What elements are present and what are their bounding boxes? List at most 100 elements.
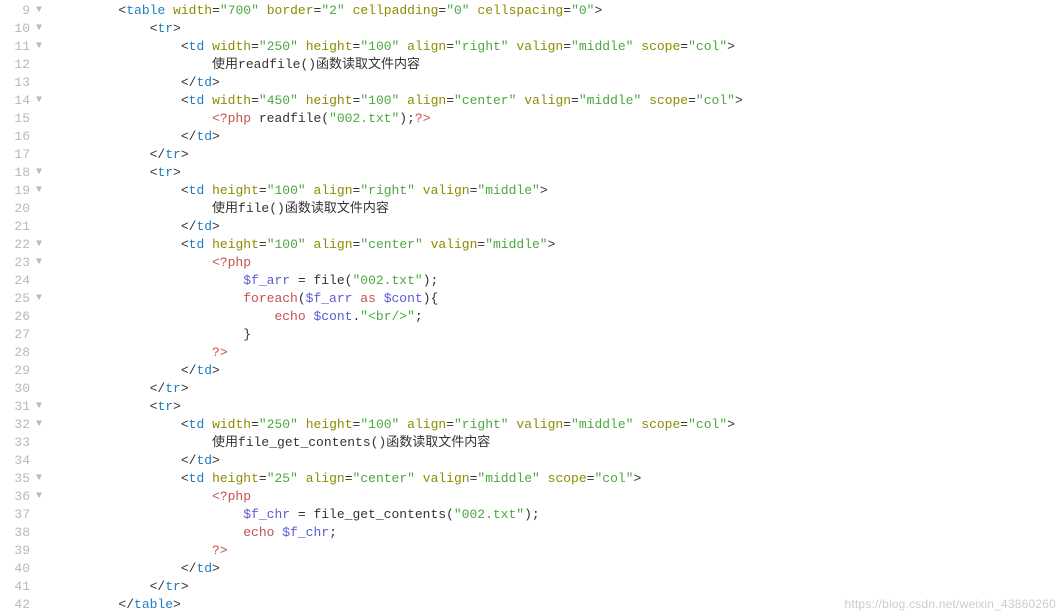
line-number[interactable]: 16: [0, 128, 46, 146]
code-token: td: [189, 237, 205, 252]
line-number[interactable]: 12: [0, 56, 46, 74]
line-number[interactable]: 24: [0, 272, 46, 290]
code-line[interactable]: <td height="25" align="center" valign="m…: [56, 470, 1064, 488]
line-number[interactable]: 13: [0, 74, 46, 92]
code-line[interactable]: }: [56, 326, 1064, 344]
line-number[interactable]: 9▼: [0, 2, 46, 20]
fold-toggle-icon[interactable]: ▼: [34, 470, 44, 488]
code-line[interactable]: </tr>: [56, 146, 1064, 164]
code-line[interactable]: 使用file_get_contents()函数读取文件内容: [56, 434, 1064, 452]
fold-toggle-icon[interactable]: ▼: [34, 38, 44, 56]
code-line[interactable]: $f_chr = file_get_contents("002.txt");: [56, 506, 1064, 524]
code-line[interactable]: </tr>: [56, 380, 1064, 398]
code-line[interactable]: </td>: [56, 74, 1064, 92]
code-token: scope: [641, 417, 680, 432]
line-number[interactable]: 19▼: [0, 182, 46, 200]
line-number[interactable]: 11▼: [0, 38, 46, 56]
code-editor[interactable]: 9▼10▼11▼121314▼15161718▼19▼202122▼23▼242…: [0, 0, 1064, 614]
code-line[interactable]: <table width="700" border="2" cellpaddin…: [56, 2, 1064, 20]
line-number[interactable]: 26: [0, 308, 46, 326]
fold-toggle-icon[interactable]: ▼: [34, 92, 44, 110]
code-line[interactable]: echo $f_chr;: [56, 524, 1064, 542]
line-number-value: 18: [14, 164, 30, 182]
code-line[interactable]: <td width="450" height="100" align="cent…: [56, 92, 1064, 110]
line-number[interactable]: 30: [0, 380, 46, 398]
code-token: =: [571, 93, 579, 108]
fold-toggle-icon[interactable]: ▼: [34, 182, 44, 200]
fold-toggle-icon[interactable]: ▼: [34, 488, 44, 506]
line-number[interactable]: 25▼: [0, 290, 46, 308]
line-number[interactable]: 10▼: [0, 20, 46, 38]
code-line[interactable]: <tr>: [56, 164, 1064, 182]
line-number[interactable]: 28: [0, 344, 46, 362]
code-line[interactable]: </td>: [56, 128, 1064, 146]
line-number[interactable]: 17: [0, 146, 46, 164]
code-line[interactable]: <td width="250" height="100" align="righ…: [56, 416, 1064, 434]
line-number[interactable]: 38: [0, 524, 46, 542]
line-number[interactable]: 34: [0, 452, 46, 470]
code-line[interactable]: </td>: [56, 218, 1064, 236]
line-number[interactable]: 41: [0, 578, 46, 596]
line-number[interactable]: 27: [0, 326, 46, 344]
code-token: valign: [431, 237, 478, 252]
code-line[interactable]: <td height="100" align="center" valign="…: [56, 236, 1064, 254]
fold-toggle-icon[interactable]: ▼: [34, 290, 44, 308]
code-line[interactable]: </td>: [56, 362, 1064, 380]
line-number[interactable]: 40: [0, 560, 46, 578]
line-number[interactable]: 37: [0, 506, 46, 524]
code-token: "2": [321, 3, 344, 18]
line-number[interactable]: 20: [0, 200, 46, 218]
line-number[interactable]: 15: [0, 110, 46, 128]
code-line[interactable]: <td width="250" height="100" align="righ…: [56, 38, 1064, 56]
code-token: tr: [157, 399, 173, 414]
line-number[interactable]: 39: [0, 542, 46, 560]
code-token: valign: [423, 183, 470, 198]
code-line[interactable]: <?php readfile("002.txt");?>: [56, 110, 1064, 128]
code-token: </: [150, 147, 166, 162]
code-line[interactable]: </tr>: [56, 578, 1064, 596]
fold-toggle-icon[interactable]: ▼: [34, 236, 44, 254]
fold-toggle-icon[interactable]: ▼: [34, 254, 44, 272]
line-number[interactable]: 36▼: [0, 488, 46, 506]
line-number[interactable]: 42: [0, 596, 46, 614]
fold-toggle-icon[interactable]: ▼: [34, 416, 44, 434]
fold-toggle-icon[interactable]: ▼: [34, 164, 44, 182]
line-number-value: 16: [14, 128, 30, 146]
code-token: "center": [353, 471, 415, 486]
fold-toggle-icon[interactable]: ▼: [34, 20, 44, 38]
line-number[interactable]: 35▼: [0, 470, 46, 488]
code-line[interactable]: 使用file()函数读取文件内容: [56, 200, 1064, 218]
line-number[interactable]: 22▼: [0, 236, 46, 254]
code-line[interactable]: <tr>: [56, 398, 1064, 416]
code-token: height: [306, 93, 353, 108]
code-token: valign: [516, 39, 563, 54]
code-line[interactable]: <?php: [56, 254, 1064, 272]
line-number[interactable]: 14▼: [0, 92, 46, 110]
code-line[interactable]: $f_arr = file("002.txt");: [56, 272, 1064, 290]
code-line[interactable]: foreach($f_arr as $cont){: [56, 290, 1064, 308]
code-token: [306, 237, 314, 252]
line-number-gutter[interactable]: 9▼10▼11▼121314▼15161718▼19▼202122▼23▼242…: [0, 2, 46, 614]
code-line[interactable]: ?>: [56, 542, 1064, 560]
code-line[interactable]: <?php: [56, 488, 1064, 506]
code-line[interactable]: ?>: [56, 344, 1064, 362]
line-number[interactable]: 21: [0, 218, 46, 236]
fold-toggle-icon[interactable]: ▼: [34, 2, 44, 20]
line-number[interactable]: 32▼: [0, 416, 46, 434]
code-line[interactable]: <td height="100" align="right" valign="m…: [56, 182, 1064, 200]
code-line[interactable]: echo $cont."<br/>";: [56, 308, 1064, 326]
code-line[interactable]: </td>: [56, 452, 1064, 470]
line-number[interactable]: 29: [0, 362, 46, 380]
code-line[interactable]: 使用readfile()函数读取文件内容: [56, 56, 1064, 74]
line-number[interactable]: 31▼: [0, 398, 46, 416]
line-number[interactable]: 23▼: [0, 254, 46, 272]
code-token: height: [306, 39, 353, 54]
fold-toggle-icon[interactable]: ▼: [34, 398, 44, 416]
code-line[interactable]: <tr>: [56, 20, 1064, 38]
line-number[interactable]: 18▼: [0, 164, 46, 182]
line-number[interactable]: 33: [0, 434, 46, 452]
code-token: td: [189, 183, 205, 198]
code-line[interactable]: </td>: [56, 560, 1064, 578]
code-area[interactable]: <table width="700" border="2" cellpaddin…: [46, 2, 1064, 614]
line-number-value: 35: [14, 470, 30, 488]
